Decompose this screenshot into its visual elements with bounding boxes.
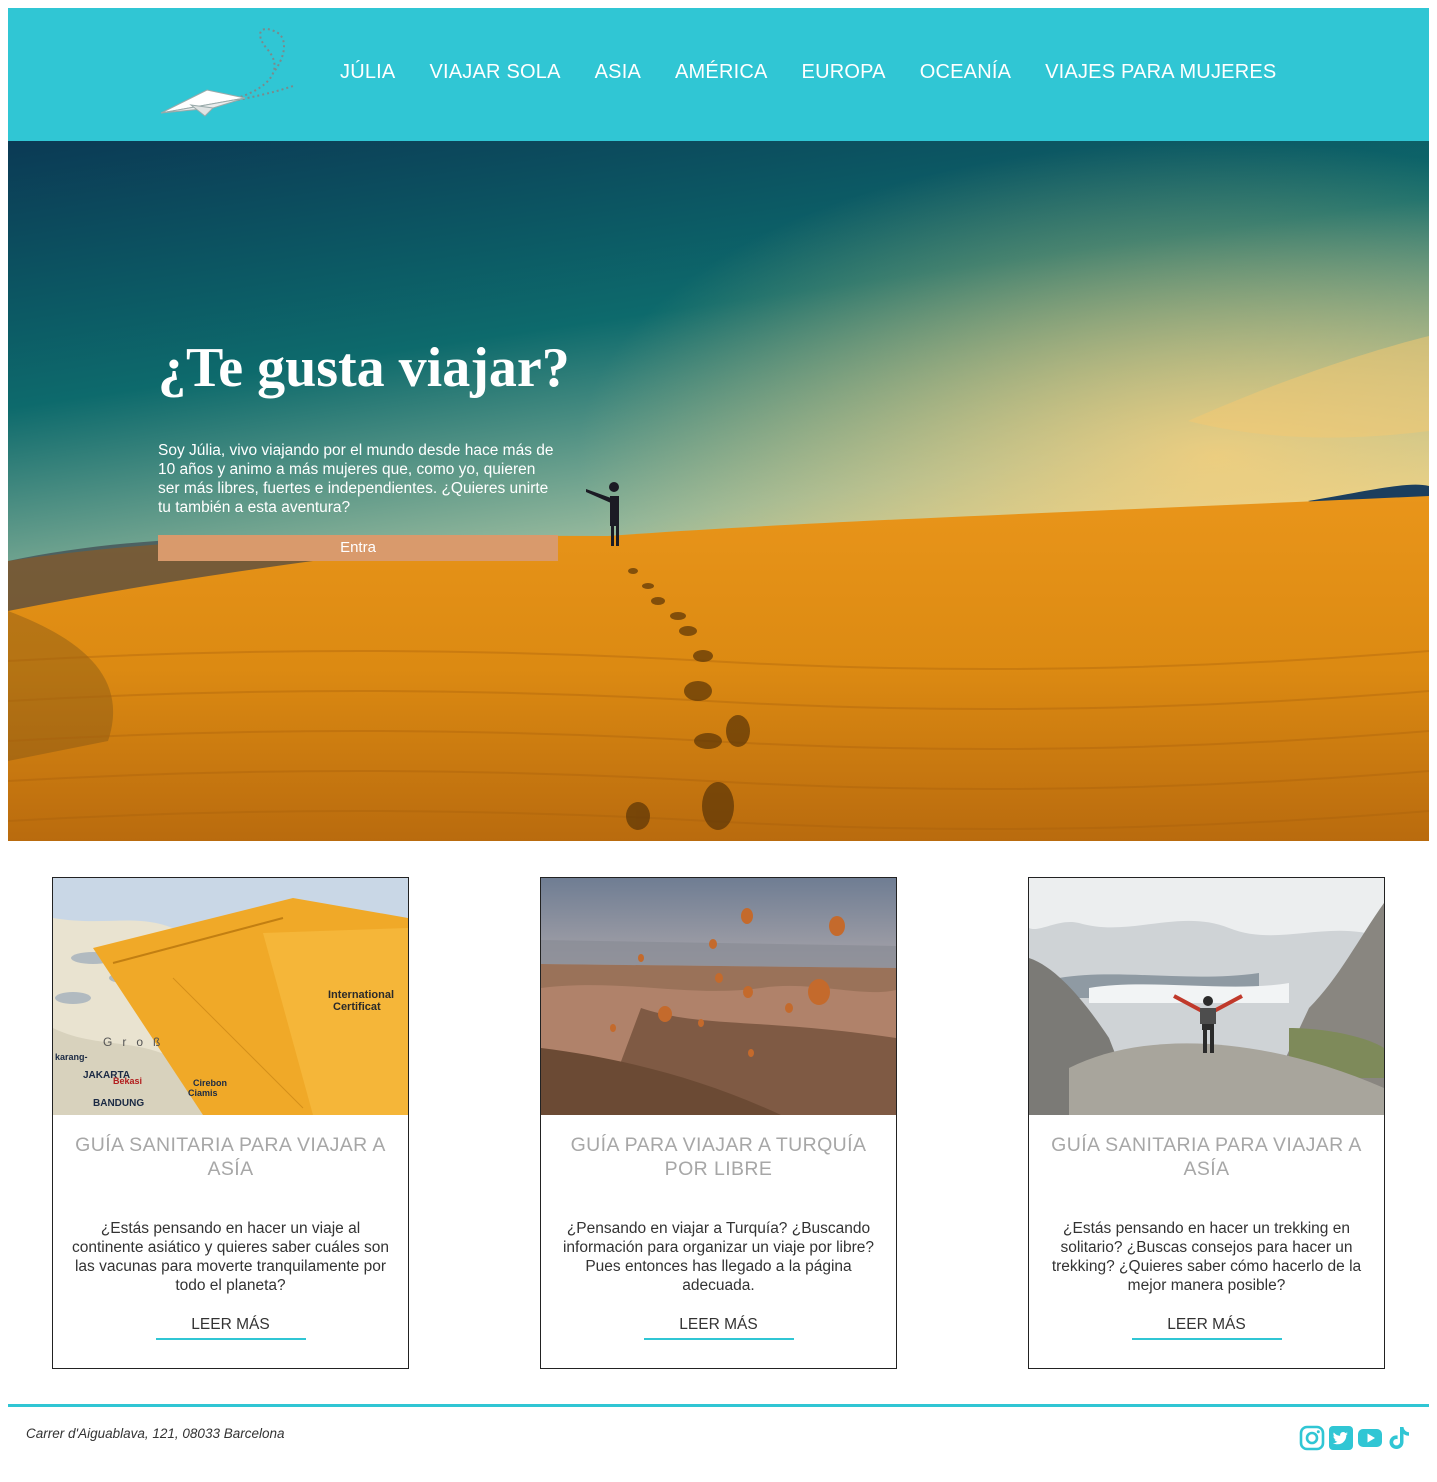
read-more-link[interactable]: LEER MÁS: [155, 1316, 306, 1340]
article-card-turkey: GUÍA PARA VIAJAR A TURQUÍA POR LIBRE ¿Pe…: [540, 877, 897, 1369]
image-text-bandung: BANDUNG: [93, 1098, 144, 1109]
vaccination-certificate-image[interactable]: International Certificat JAKARTA Bekasi …: [53, 878, 408, 1115]
nav-item-viajar-sola[interactable]: VIAJAR SOLA: [412, 58, 577, 87]
paper-plane-logo[interactable]: [153, 28, 303, 123]
read-more-link[interactable]: LEER MÁS: [1131, 1316, 1282, 1340]
hero-section: ¿Te gusta viajar? Soy Júlia, vivo viajan…: [8, 141, 1429, 841]
mountain-hiker-image[interactable]: [1029, 878, 1384, 1115]
image-text-bekasi: Bekasi: [113, 1076, 142, 1086]
image-text-ciamis: Ciamis: [188, 1088, 218, 1098]
social-links: [1299, 1425, 1412, 1451]
nav-item-asia[interactable]: ASIA: [578, 58, 658, 87]
image-text-certificat: Certificat: [333, 1001, 381, 1013]
nav-item-viajes-mujeres[interactable]: VIAJES PARA MUJERES: [1028, 58, 1293, 87]
image-text-international: International: [328, 989, 394, 1001]
hero-text: Soy Júlia, vivo viajando por el mundo de…: [158, 442, 554, 516]
cappadocia-balloons-image[interactable]: [541, 878, 896, 1115]
twitter-icon[interactable]: [1328, 1425, 1354, 1451]
card-title[interactable]: GUÍA SANITARIA PARA VIAJAR A ASÍA: [1049, 1133, 1364, 1193]
nav-item-america[interactable]: AMÉRICA: [658, 58, 785, 87]
card-description: ¿Estás pensando en hacer un trekking en …: [1051, 1220, 1362, 1294]
article-card-asia-health: International Certificat JAKARTA Bekasi …: [52, 877, 409, 1369]
image-text-cirebon: Cirebon: [193, 1078, 227, 1088]
nav-item-oceania[interactable]: OCEANÍA: [903, 58, 1028, 87]
card-title[interactable]: GUÍA SANITARIA PARA VIAJAR A ASÍA: [73, 1133, 388, 1193]
nav-item-europa[interactable]: EUROPA: [785, 58, 903, 87]
hero-title: ¿Te gusta viajar?: [158, 337, 570, 399]
instagram-icon[interactable]: [1299, 1425, 1325, 1451]
enter-button[interactable]: Entra: [158, 535, 558, 561]
footer-divider: [8, 1404, 1429, 1407]
card-description: ¿Estás pensando en hacer un viaje al con…: [71, 1220, 390, 1294]
article-card-trekking: GUÍA SANITARIA PARA VIAJAR A ASÍA ¿Estás…: [1028, 877, 1385, 1369]
tiktok-icon[interactable]: [1386, 1425, 1412, 1451]
read-more-link[interactable]: LEER MÁS: [643, 1316, 794, 1340]
youtube-icon[interactable]: [1357, 1425, 1383, 1451]
card-description: ¿Pensando en viajar a Turquía? ¿Buscando…: [562, 1220, 875, 1294]
image-text-karang: karang-: [55, 1052, 88, 1062]
site-header: JÚLIA VIAJAR SOLA ASIA AMÉRICA EUROPA OC…: [8, 8, 1429, 141]
card-title[interactable]: GUÍA PARA VIAJAR A TURQUÍA POR LIBRE: [561, 1133, 876, 1193]
image-text-gross: Groß: [103, 1035, 170, 1049]
nav-item-julia[interactable]: JÚLIA: [323, 58, 412, 87]
main-nav: JÚLIA VIAJAR SOLA ASIA AMÉRICA EUROPA OC…: [323, 58, 1293, 87]
footer-address: Carrer d'Aiguablava, 121, 08033 Barcelon…: [26, 1426, 285, 1441]
